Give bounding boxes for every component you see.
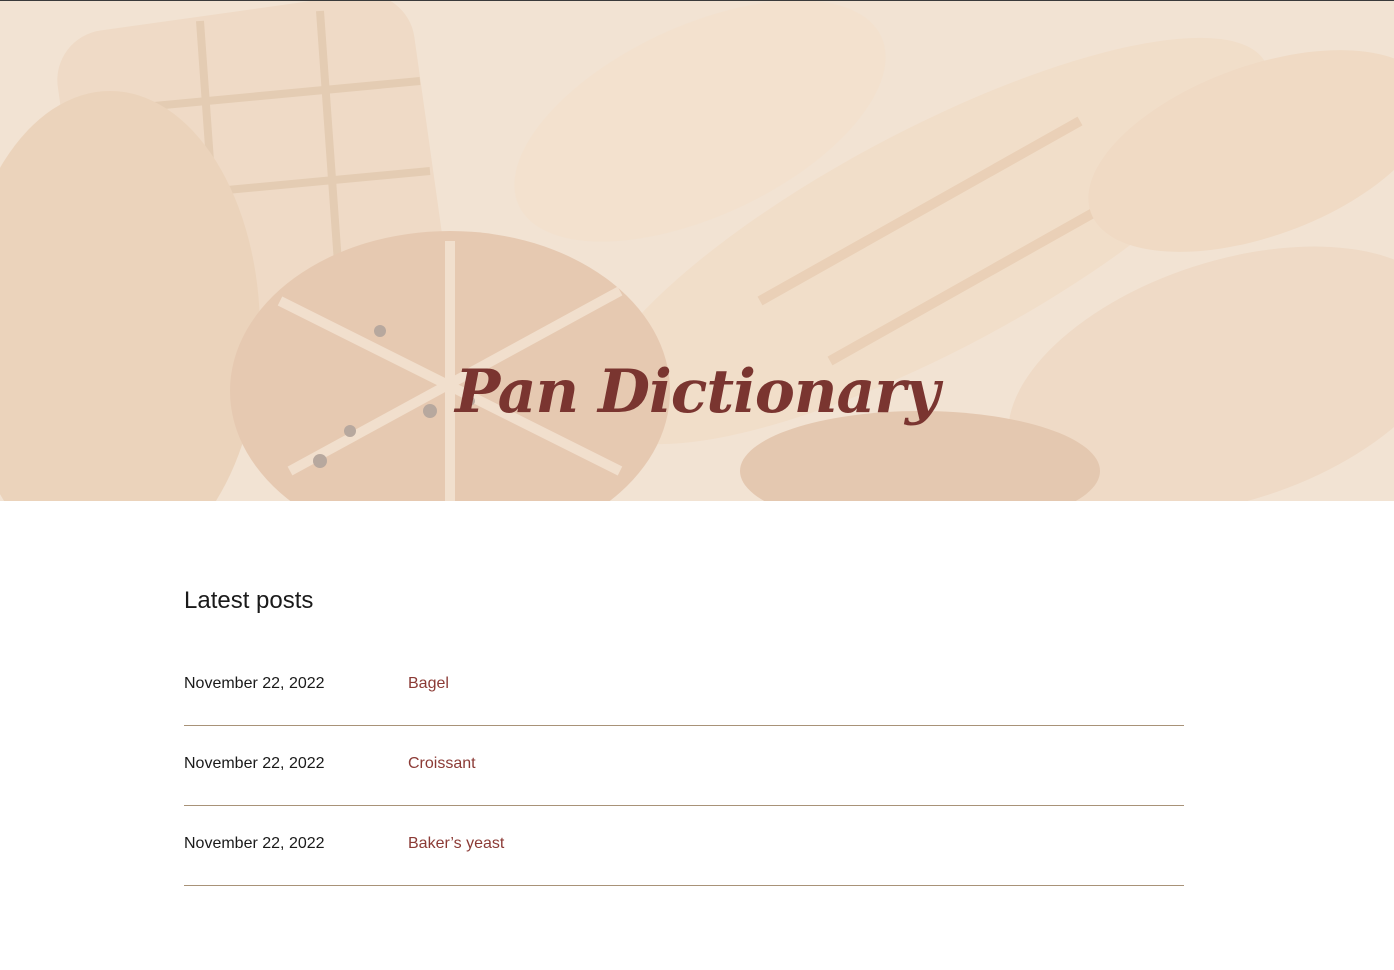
post-date: November 22, 2022 bbox=[184, 835, 325, 852]
post-link-bakers-yeast[interactable]: Baker’s yeast bbox=[408, 835, 504, 853]
post-list-item: November 22, 2022 Croissant bbox=[184, 726, 1184, 806]
site-title-link[interactable]: Pan Dictionary bbox=[0, 357, 1394, 427]
post-list-item: November 22, 2022 Baker’s yeast bbox=[184, 806, 1184, 886]
post-list: November 22, 2022 Bagel November 22, 202… bbox=[184, 646, 1184, 886]
latest-posts-heading: Latest posts bbox=[184, 587, 314, 614]
post-list-item: November 22, 2022 Bagel bbox=[184, 646, 1184, 726]
hero-banner: Pan Dictionary bbox=[0, 0, 1394, 501]
post-link-croissant[interactable]: Croissant bbox=[408, 755, 476, 773]
post-link-bagel[interactable]: Bagel bbox=[408, 675, 449, 693]
post-date: November 22, 2022 bbox=[184, 755, 325, 772]
post-date: November 22, 2022 bbox=[184, 675, 325, 692]
